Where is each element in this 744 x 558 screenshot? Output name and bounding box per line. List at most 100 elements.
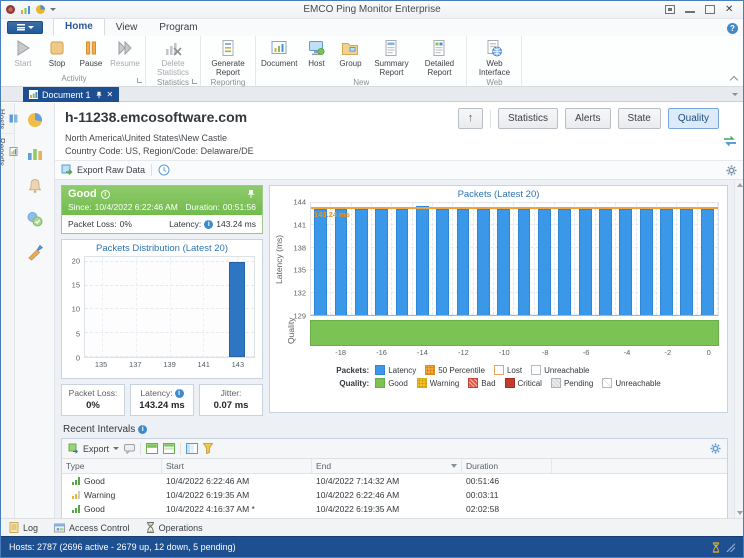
since-value: 10/4/2022 6:22:46 AM: [95, 202, 178, 212]
resume-label: Resume: [110, 59, 140, 68]
history-clock-icon[interactable]: [158, 164, 170, 176]
legend-item: Pending: [551, 378, 593, 388]
state-view-button[interactable]: State: [618, 108, 661, 129]
filter-icon[interactable]: [203, 443, 213, 454]
operations-tab[interactable]: Operations: [146, 522, 203, 533]
state-icon[interactable]: [26, 210, 44, 228]
scroll-up-icon[interactable]: [737, 183, 743, 187]
bottom-panel-tabs: Log Access Control Operations: [1, 518, 743, 536]
collapse-ribbon-icon[interactable]: [730, 76, 738, 84]
vertical-scrollbar[interactable]: [734, 180, 743, 518]
critical-swatch-icon: [505, 378, 515, 388]
alerts-view-button[interactable]: Alerts: [565, 108, 611, 129]
pin-icon[interactable]: [95, 91, 103, 99]
latency-bar-slot: [514, 203, 534, 315]
packet-loss-box-value: 0%: [62, 400, 124, 411]
column-header-duration[interactable]: Duration: [462, 459, 552, 473]
interval-type-cell: Warning: [62, 490, 162, 500]
qat-dropdown-icon[interactable]: [50, 8, 56, 11]
intervals-gear-icon[interactable]: [710, 443, 721, 454]
column-header-end[interactable]: End: [312, 459, 462, 473]
intervals-export-button[interactable]: Export: [68, 443, 119, 454]
stop-button[interactable]: Stop: [40, 37, 74, 69]
duration-value: 00:51:56: [223, 202, 256, 212]
tab-view[interactable]: View: [105, 20, 149, 36]
activity-dialog-launcher-icon[interactable]: [137, 78, 142, 83]
column-header-start[interactable]: Start: [162, 459, 312, 473]
latency-bar-slot: [433, 203, 453, 315]
latency-bar-slot: [474, 203, 494, 315]
choose-columns-icon[interactable]: [186, 443, 198, 454]
close-tab-icon[interactable]: [107, 91, 114, 99]
generate-report-button[interactable]: Generate Report: [204, 37, 252, 78]
statistics-bars-icon[interactable]: [26, 144, 44, 162]
detailed-report-button[interactable]: Detailed Report: [415, 37, 463, 78]
new-document-button[interactable]: Document: [259, 37, 299, 69]
pin-panel-icon[interactable]: [246, 189, 256, 199]
quality-brush-icon[interactable]: [26, 243, 44, 261]
tab-list-dropdown-icon[interactable]: [732, 93, 738, 96]
maximize-button[interactable]: [705, 5, 715, 14]
minimize-button[interactable]: [685, 6, 695, 13]
new-host-button[interactable]: Host: [299, 37, 333, 69]
table-row[interactable]: Warning10/4/2022 6:19:35 AM10/4/2022 6:2…: [62, 488, 727, 502]
legend-item: Critical: [505, 378, 542, 388]
web-interface-button[interactable]: Web Interface: [470, 37, 518, 78]
collapse-header-button[interactable]: [458, 108, 483, 129]
comment-icon[interactable]: [124, 444, 135, 454]
ribbon-group-web: Web Interface Web: [467, 36, 522, 86]
access-control-tab[interactable]: Access Control: [54, 523, 130, 533]
sidebar-item-hosts-label: Hosts: [0, 109, 6, 129]
log-tab[interactable]: Log: [9, 522, 38, 533]
web-interface-icon: [484, 38, 504, 58]
collapse-rows-icon[interactable]: [163, 443, 175, 454]
alerts-bell-icon[interactable]: [26, 177, 44, 195]
jitter-box-label: Jitter:: [200, 388, 262, 398]
legend-item: Bad: [468, 378, 495, 388]
close-button[interactable]: [725, 5, 735, 14]
latency-bar-slot: [392, 203, 412, 315]
sync-icon[interactable]: [723, 135, 737, 147]
latency-swatch-icon: [375, 365, 385, 375]
stop-icon: [47, 38, 67, 58]
overview-pie-icon[interactable]: [26, 111, 44, 129]
expand-rows-icon[interactable]: [146, 443, 158, 454]
latency-info-icon[interactable]: [204, 220, 213, 229]
window-pin-icon[interactable]: [665, 5, 675, 14]
pause-button[interactable]: Pause: [74, 37, 108, 69]
summary-report-button[interactable]: Summary Report: [367, 37, 415, 78]
new-group-button[interactable]: Group: [333, 37, 367, 69]
table-row[interactable]: Good10/4/2022 6:22:46 AM10/4/2022 7:14:3…: [62, 474, 727, 488]
legend-item: Unreachable: [531, 365, 589, 375]
application-menu-button[interactable]: [7, 21, 43, 34]
pie-quick-icon[interactable]: [35, 4, 46, 15]
interval-type-label: Good: [84, 504, 105, 514]
latency-box-value: 143.24 ms: [131, 400, 193, 411]
latency-bar-slot: [596, 203, 616, 315]
document-tab[interactable]: Document 1: [23, 87, 119, 102]
tab-home[interactable]: Home: [53, 18, 105, 36]
export-raw-data-button[interactable]: Export Raw Data: [61, 164, 145, 176]
statistics-dialog-launcher-icon[interactable]: [192, 79, 197, 84]
resize-grip[interactable]: [726, 543, 735, 552]
quality-view-button[interactable]: Quality: [668, 108, 719, 129]
pk-plot: 143.24 ms: [310, 202, 719, 316]
tab-program[interactable]: Program: [148, 20, 208, 36]
window-title: EMCO Ping Monitor Enterprise: [1, 4, 743, 15]
interval-type-cell: Good: [62, 476, 162, 486]
scroll-down-icon[interactable]: [737, 511, 743, 515]
state-info-icon[interactable]: [101, 190, 110, 199]
table-row[interactable]: Good10/4/2022 4:16:37 AM *10/4/2022 6:19…: [62, 502, 727, 516]
latency-box-info-icon[interactable]: [175, 389, 184, 398]
x-tick-label: 137: [129, 360, 142, 369]
statistics-view-button[interactable]: Statistics: [498, 108, 558, 129]
panel-options-gear-icon[interactable]: [726, 165, 737, 176]
new-host-icon: [306, 38, 326, 58]
chart-quick-icon[interactable]: [20, 4, 31, 15]
latency-bar: [396, 209, 409, 315]
help-icon[interactable]: [727, 23, 738, 34]
x-tick-label: 139: [163, 360, 176, 369]
recent-intervals-info-icon[interactable]: [138, 425, 147, 434]
column-header-type[interactable]: Type: [62, 459, 162, 473]
app-window: EMCO Ping Monitor Enterprise Home View P…: [0, 0, 744, 558]
